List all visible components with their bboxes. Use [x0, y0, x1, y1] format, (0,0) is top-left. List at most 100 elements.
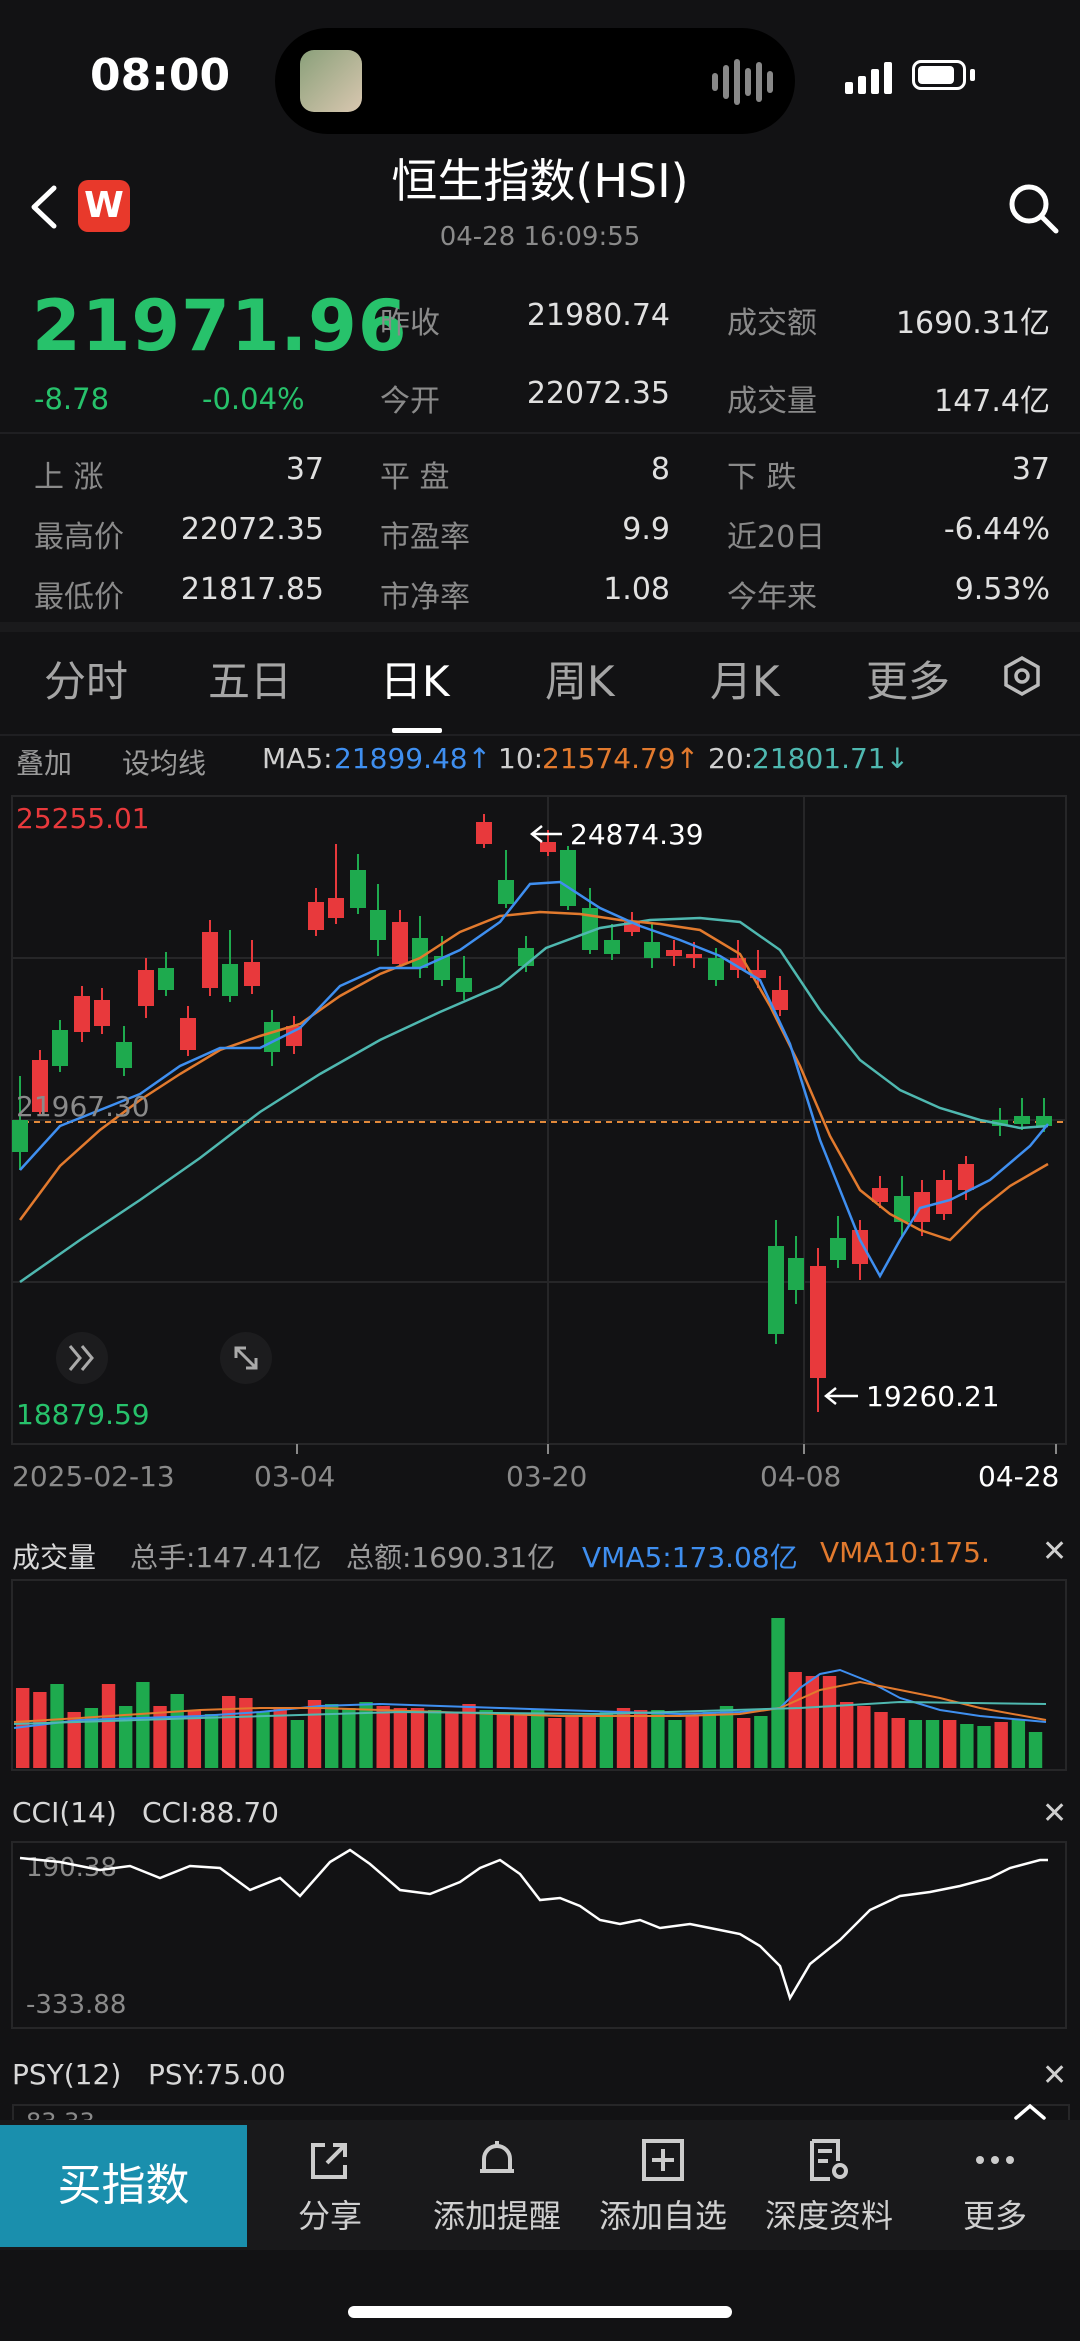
tab-more[interactable]: 更多	[866, 648, 950, 709]
now-playing-artwork[interactable]	[300, 50, 362, 112]
date-label-0408: 04-08	[760, 1460, 841, 1493]
volume-bar	[256, 1712, 270, 1768]
tab-weekly-k[interactable]: 周K	[545, 648, 615, 709]
close-psy-panel[interactable]: ✕	[1042, 2058, 1067, 2093]
volume-bar	[1011, 1720, 1026, 1768]
volume-bar	[548, 1718, 562, 1768]
section-gap	[0, 622, 1080, 632]
buy-index-button[interactable]: 买指数	[0, 2125, 247, 2247]
ma10-value: 21574.79↑	[542, 742, 700, 775]
status-time: 08:00	[90, 50, 231, 101]
plus-square-icon	[642, 2139, 684, 2181]
candle-body	[222, 964, 238, 996]
candle-body	[52, 1030, 68, 1066]
volume-bar	[222, 1696, 236, 1768]
close-cci-panel[interactable]: ✕	[1042, 1796, 1067, 1831]
close-volume-panel[interactable]: ✕	[1042, 1534, 1067, 1569]
volume-bar	[874, 1712, 888, 1768]
date-label-end: 04-28	[978, 1460, 1059, 1493]
add-alert-label: 添加提醒	[432, 2197, 561, 2235]
volume-title: 成交量	[12, 1541, 97, 1574]
prev-close-label: 昨收	[380, 306, 440, 341]
candle-body	[328, 898, 344, 918]
cci-chart[interactable]: 190.38 -333.88	[0, 1840, 1080, 2030]
battery-icon	[912, 60, 966, 90]
volume-bar	[634, 1710, 648, 1768]
volume-bar	[376, 1706, 390, 1768]
ytd-label: 今年来	[727, 580, 817, 615]
volume-bar	[513, 1714, 528, 1768]
in-depth-info-button[interactable]: 深度资料	[749, 2135, 909, 2237]
fall-label: 下 跌	[727, 460, 797, 495]
candle-body	[604, 940, 620, 954]
pe-label: 市盈率	[380, 520, 470, 555]
candle-body	[244, 962, 260, 986]
volume-bar	[531, 1710, 545, 1768]
fall-value: 37	[1011, 452, 1050, 487]
chart-settings-icon[interactable]	[1000, 654, 1044, 698]
flat-label: 平 盘	[380, 460, 450, 495]
bell-icon	[480, 2141, 514, 2173]
volume-bar	[428, 1710, 442, 1768]
kline-low-marker: 19260.21	[866, 1380, 1000, 1413]
share-button[interactable]: 分享	[250, 2135, 410, 2237]
candle-body	[686, 954, 702, 958]
more-button[interactable]: 更多	[915, 2135, 1075, 2237]
candle-body	[370, 910, 386, 940]
date-label-start: 2025-02-13	[12, 1460, 175, 1493]
candle-body	[810, 1266, 826, 1378]
volume-bar	[479, 1710, 493, 1768]
candle-body	[772, 990, 788, 1010]
ma5-value: 21899.48↑	[334, 742, 492, 775]
price-change-percent: -0.04%	[202, 382, 305, 416]
tab-monthly-k[interactable]: 月K	[710, 648, 780, 709]
add-watchlist-button[interactable]: 添加自选	[583, 2135, 743, 2237]
volume-bar	[393, 1708, 408, 1768]
volume-bar	[136, 1682, 150, 1768]
open-value: 22072.35	[526, 376, 670, 411]
candle-body	[958, 1164, 974, 1190]
collapse-up-icon[interactable]	[1010, 2100, 1050, 2122]
battery-cap	[970, 69, 975, 81]
candle-body	[708, 958, 724, 980]
date-label-0320: 03-20	[506, 1460, 587, 1493]
candle-body	[264, 1022, 280, 1052]
tab-daily-k[interactable]: 日K	[380, 648, 450, 709]
search-icon[interactable]	[1005, 180, 1061, 236]
tab-intraday[interactable]: 分时	[44, 648, 128, 709]
candle-body	[852, 1230, 868, 1264]
volume-bar	[342, 1708, 356, 1768]
add-alert-button[interactable]: 添加提醒	[417, 2135, 577, 2237]
volume-bar	[857, 1706, 871, 1768]
candle-body	[768, 1246, 784, 1334]
volume-bar	[445, 1712, 459, 1768]
kline-bottom-value: 18879.59	[16, 1398, 150, 1431]
turnover-label: 成交额	[727, 306, 817, 341]
candle-body	[476, 822, 492, 844]
kline-chart[interactable]: 25255.01 21967.30 18879.59 24874.39 1926…	[0, 790, 1080, 1510]
volume-bar	[685, 1716, 699, 1768]
volume-bar	[33, 1692, 47, 1768]
pb-value: 1.08	[603, 572, 670, 607]
cci-top-value: 190.38	[26, 1853, 117, 1883]
more-label: 更多	[962, 2197, 1027, 2235]
share-icon	[311, 2143, 347, 2179]
volume-bar	[840, 1702, 854, 1768]
set-ma-button[interactable]: 设均线	[122, 742, 206, 782]
volume-bar	[153, 1706, 167, 1768]
in-depth-info-label: 深度资料	[764, 2197, 893, 2235]
open-label: 今开	[380, 384, 440, 419]
cci-title: CCI(14)	[12, 1796, 117, 1829]
volume-bar	[50, 1684, 64, 1768]
ma5-label: MA5:	[262, 742, 333, 775]
overlay-button[interactable]: 叠加	[16, 742, 72, 782]
volume-chart[interactable]	[0, 1578, 1080, 1774]
volume-bar	[496, 1714, 511, 1768]
candle-body	[560, 850, 576, 906]
cci-bottom-value: -333.88	[26, 1990, 126, 2020]
tab-five-day[interactable]: 五日	[208, 648, 292, 709]
volume-bar	[943, 1720, 957, 1768]
cell-signal-icon	[845, 60, 892, 94]
home-indicator	[348, 2306, 732, 2318]
candle-body	[158, 968, 174, 990]
